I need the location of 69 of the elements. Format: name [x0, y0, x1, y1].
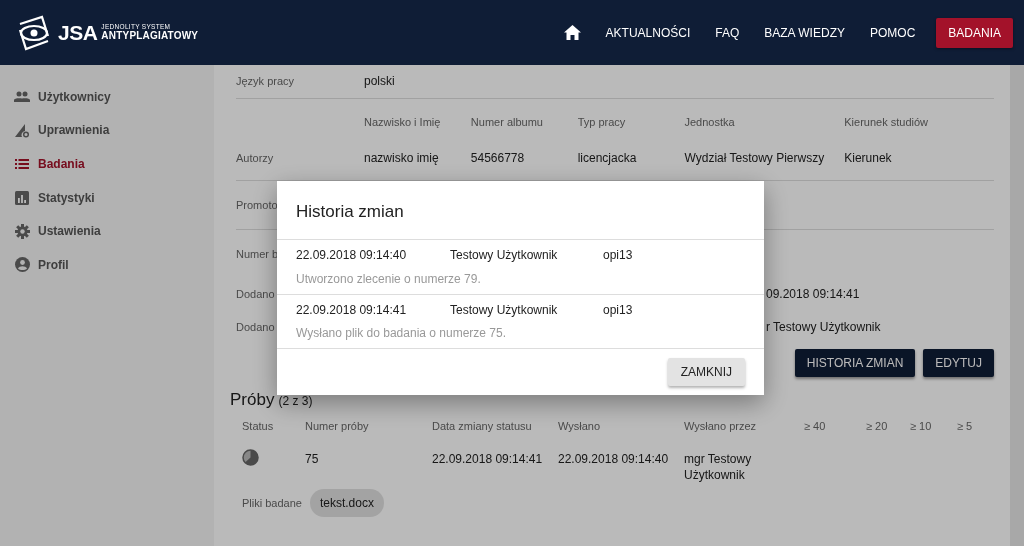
column-header: ≥ 10: [910, 419, 932, 432]
sample-count: (2 z 3): [278, 393, 313, 411]
table-cell: licencjacka: [577, 150, 637, 165]
list-icon: [15, 159, 29, 169]
column-header: Typ pracy: [577, 115, 626, 128]
column-header: Status: [242, 419, 274, 432]
close-button[interactable]: ZAMKNIJ: [667, 357, 745, 387]
entry-date: 22.09.2018 09:14:40: [296, 248, 408, 264]
column-header: Jednostka: [684, 115, 735, 128]
field-label: Pliki badane: [242, 496, 302, 511]
bar-chart-icon: [15, 190, 29, 205]
nav-link[interactable]: FAQ: [715, 23, 740, 42]
section-title: Próby: [230, 389, 275, 412]
column-header: Nazwisko i Imię: [364, 115, 441, 128]
table-cell: 22.09.2018 09:14:40: [558, 451, 669, 466]
file-chip[interactable]: tekst.docx: [309, 489, 384, 518]
table-cell: mgr Testowy Użytkownik: [684, 451, 752, 483]
sidebar-item[interactable]: Ustawienia: [0, 214, 214, 248]
profile-icon: [14, 257, 30, 273]
entry-description: Wysłano plik do badania o numerze 75.: [296, 326, 508, 342]
field-label: Promoto: [236, 199, 278, 211]
field-label: Dodano: [236, 320, 275, 333]
sidebar-item[interactable]: Użytkownicy: [0, 80, 214, 114]
table-cell: nazwisko imię: [364, 150, 439, 165]
column-header: ≥ 20: [866, 419, 888, 432]
column-header: ≥ 5: [957, 419, 973, 432]
table-cell: 54566778: [470, 150, 525, 165]
nav-link[interactable]: BAZA WIEDZY: [764, 23, 845, 42]
people-icon: [14, 91, 30, 103]
field-value: polski: [364, 73, 395, 90]
column-header: Data zmiany statusu: [432, 419, 532, 432]
home-icon[interactable]: [563, 25, 581, 40]
field-label: Dodano: [236, 288, 275, 301]
nav-link[interactable]: POMOC: [869, 23, 916, 42]
edit-button[interactable]: EDYTUJ: [923, 349, 994, 378]
entry-description: Utworzono zlecenie o numerze 79.: [296, 272, 482, 288]
logo-subtitle: ANTYPLAGIATOWY: [101, 30, 199, 41]
table-cell: 75: [305, 451, 319, 466]
field-label: Język pracy: [236, 75, 295, 87]
history-button[interactable]: HISTORIA ZMIAN: [794, 349, 916, 378]
column-header: Wysłano przez: [684, 419, 757, 432]
logo-text: JSA: [58, 19, 98, 46]
table-cell: 22.09.2018 09:14:41: [432, 451, 543, 466]
column-header: Numer albumu: [470, 115, 543, 128]
column-header: Wysłano: [558, 419, 601, 432]
table-cell: Wydział Testowy Pierwszy: [684, 150, 825, 165]
column-header: Numer próby: [305, 419, 369, 432]
field-label: Autorzy: [236, 151, 274, 164]
column-header: Kierunek studiów: [844, 115, 928, 128]
badania-button[interactable]: BADANIA: [936, 17, 1013, 48]
sidebar-item[interactable]: Profil: [0, 247, 214, 282]
sidebar-item[interactable]: Statystyki: [0, 180, 214, 215]
entry-login: opi13: [603, 302, 634, 319]
sidebar-item[interactable]: Badania: [0, 147, 214, 181]
entry-user: Testowy Użytkownik: [450, 248, 559, 264]
scrollbar[interactable]: [1010, 65, 1024, 546]
entry-login: opi13: [603, 248, 634, 264]
entry-date: 22.09.2018 09:14:41: [296, 302, 408, 319]
table-cell: Kierunek: [844, 150, 892, 165]
settings-icon: [14, 223, 30, 239]
dialog-title: Historia zmian: [295, 201, 405, 223]
nav-link[interactable]: AKTUALNOŚCI: [605, 23, 691, 42]
column-header: ≥ 40: [804, 419, 826, 432]
field-value: 09.2018 09:14:41: [766, 286, 860, 304]
sidebar-item[interactable]: Uprawnienia: [0, 113, 214, 148]
field-value: r Testowy Użytkownik: [766, 318, 881, 336]
pie-status-icon: [242, 449, 259, 467]
pen-gear-icon: [14, 122, 30, 139]
entry-user: Testowy Użytkownik: [450, 302, 559, 319]
